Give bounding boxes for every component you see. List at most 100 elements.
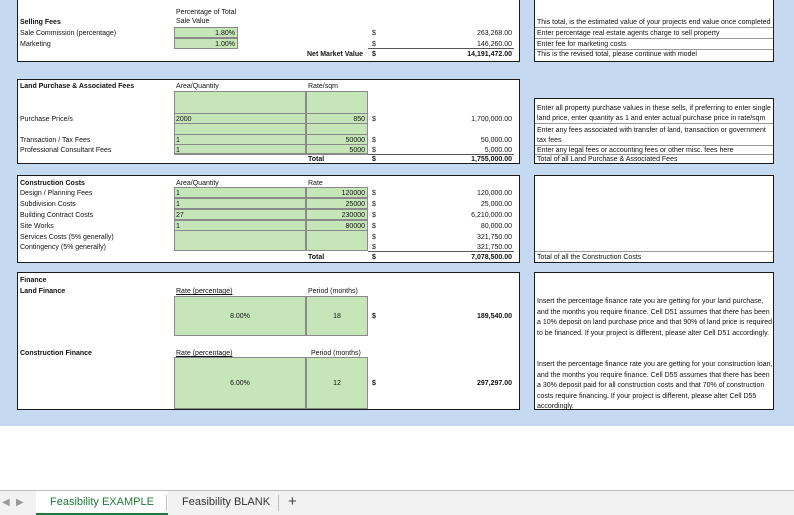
land-total-label: Total: [308, 156, 325, 163]
selling-row-label: Sale Commission (percentage): [20, 30, 117, 37]
net-market-value-note: This is the revised total, please contin…: [537, 51, 697, 58]
subdivision-qty-value: 1: [176, 201, 180, 208]
purchase-qty-input[interactable]: [174, 113, 306, 124]
land-finance-period-value: 18: [333, 313, 341, 320]
siteworks-qty-value: 1: [176, 223, 180, 230]
next-sheet-icon[interactable]: ▶: [16, 497, 24, 508]
land-finance-title: Land Finance: [20, 288, 66, 295]
construction-row-currency: $: [372, 234, 376, 241]
subdivision-rate-value: 25000: [345, 201, 365, 208]
land-note: land price, enter quantity as 1 and ente…: [537, 115, 766, 122]
land-finance-currency: $: [372, 313, 376, 320]
construction-finance-period-value: 12: [333, 380, 341, 387]
net-market-value-amount: 14,191,472.00: [467, 51, 512, 58]
selling-fees-title: Selling Fees: [20, 19, 61, 26]
siteworks-qty-input[interactable]: [174, 220, 306, 231]
construction-costs-title: Construction Costs: [20, 180, 85, 187]
construction-finance-amount: 297,297.00: [476, 380, 512, 387]
land-total-currency: $: [372, 156, 376, 163]
note-divider: [535, 27, 773, 28]
marketing-rate-value: 1.00%: [215, 41, 235, 48]
land-finance-amount: 189,540.00: [476, 313, 512, 320]
siteworks-rate-value: 80000: [345, 223, 365, 230]
tab-feasibility-example[interactable]: Feasibility EXAMPLE: [36, 491, 168, 515]
land-row-label: Professional Consultant Fees: [20, 147, 112, 154]
construction-total-rule: [368, 251, 514, 252]
selling-col-header-line2: Sale Value: [176, 18, 210, 25]
selling-top-note: This total, is the estimated value of yo…: [537, 19, 771, 26]
construction-row-currency: $: [372, 223, 376, 230]
note-divider: [535, 251, 773, 252]
land-row-label: Transaction / Tax Fees: [20, 137, 91, 144]
siteworks-amount: 80,000.00: [480, 223, 512, 230]
land-finance-rate-header: Rate (percentage): [176, 288, 233, 295]
building-qty-value: 27: [176, 212, 184, 219]
selling-col-header-line1: Percentage of Total: [176, 9, 237, 16]
land-note: tax fees: [537, 137, 562, 144]
purchase-rate-value: 850: [353, 116, 365, 123]
services-amount: 321,750.00: [476, 234, 512, 241]
land-finance-rate-value: 8.00%: [230, 313, 250, 320]
spreadsheet-area: Percentage of Total Sale Value Selling F…: [0, 0, 794, 490]
selling-row-label: Marketing: [20, 41, 51, 48]
selling-total-rule: [368, 48, 514, 49]
construction-row-label: Contingency (5% generally): [20, 244, 106, 251]
note-divider: [535, 38, 773, 39]
selling-row-currency: $: [372, 30, 376, 37]
construction-row-currency: $: [372, 212, 376, 219]
land-purchase-title: Land Purchase & Associated Fees: [20, 83, 135, 90]
construction-row-label: Services Costs (5% generally): [20, 234, 114, 241]
construction-row-currency: $: [372, 190, 376, 197]
purchase-amount: 1,700,000.00: [471, 116, 512, 123]
land-row-label: Purchase Price/s: [20, 116, 73, 123]
tab-divider: [166, 495, 167, 511]
construction-finance-rate-value: 6.00%: [230, 380, 250, 387]
construction-row-label: Subdivision Costs: [20, 201, 76, 208]
design-qty-input[interactable]: [174, 187, 306, 198]
construction-total-note: Total of all the Construction Costs: [537, 254, 642, 261]
finance-title: Finance: [20, 277, 47, 284]
consultant-qty-input[interactable]: [174, 144, 306, 155]
land-row-currency: $: [372, 116, 376, 123]
design-qty-value: 1: [176, 190, 180, 197]
construction-finance-title: Construction Finance: [20, 350, 92, 357]
land-finance-note: Insert the percentage finance rate you a…: [537, 298, 773, 337]
construction-total-amount: 7,078,500.00: [471, 254, 512, 261]
subdivision-qty-input[interactable]: [174, 198, 306, 209]
subdivision-amount: 25,000.00: [480, 201, 512, 208]
consultant-rate-value: 5000: [349, 147, 365, 154]
purchase-qty-value: 2000: [176, 116, 192, 123]
prev-sheet-icon[interactable]: ◀: [2, 497, 10, 508]
marketing-note: Enter fee for marketing costs: [537, 41, 627, 48]
land-row-currency: $: [372, 137, 376, 144]
land-col-qty-header: Area/Quantity: [176, 83, 219, 90]
building-amount: 6,210,000.00: [471, 212, 512, 219]
land-note: Enter all property purchase values in th…: [537, 105, 771, 112]
sheet-tab-bar: ◀ ▶ Feasibility EXAMPLE Feasibility BLAN…: [0, 490, 794, 515]
transaction-amount: 50,000.00: [480, 137, 512, 144]
construction-total-currency: $: [372, 254, 376, 261]
construction-total-label: Total: [308, 254, 325, 261]
sale-commission-note: Enter percentage real estate agents char…: [537, 30, 720, 37]
building-qty-input[interactable]: [174, 209, 306, 220]
construction-finance-currency: $: [372, 380, 376, 387]
building-rate-value: 230000: [341, 212, 365, 219]
construction-notes-panel: [534, 175, 774, 263]
consultant-qty-value: 1: [176, 147, 180, 154]
construction-row-currency: $: [372, 201, 376, 208]
construction-row-label: Building Contract Costs: [20, 212, 94, 219]
note-divider: [535, 123, 773, 124]
land-total-amount: 1,755,000.00: [471, 156, 512, 163]
land-col-rate-header: Rate/sqm: [308, 83, 338, 90]
construction-row-label: Design / Planning Fees: [20, 190, 93, 197]
construction-row-label: Site Works: [20, 223, 54, 230]
tab-feasibility-blank[interactable]: Feasibility BLANK: [168, 491, 284, 515]
net-market-value-label: Net Market Value: [307, 51, 364, 58]
land-finance-period-header: Period (months): [308, 288, 358, 295]
land-note: Total of all Land Purchase & Associated …: [537, 156, 678, 163]
add-sheet-icon[interactable]: +: [288, 493, 297, 510]
construction-finance-note: Insert the percentage finance rate you a…: [537, 361, 773, 410]
selling-total-currency: $: [372, 51, 376, 58]
design-amount: 120,000.00: [476, 190, 512, 197]
sale-commission-amount: 263,268.00: [476, 30, 512, 37]
